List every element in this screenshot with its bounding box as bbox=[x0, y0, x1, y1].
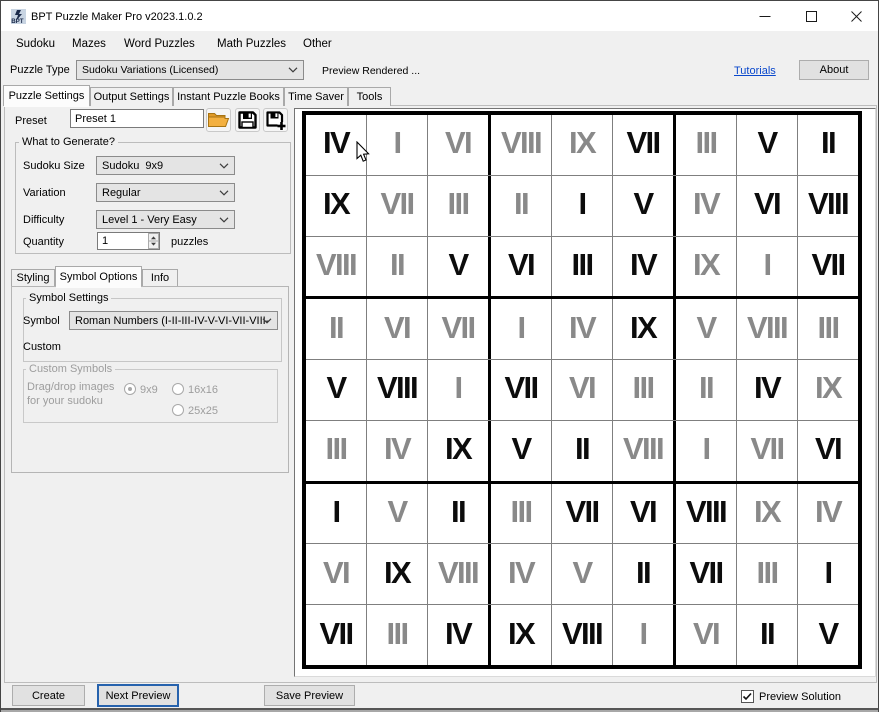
svg-text:BPT: BPT bbox=[11, 18, 24, 24]
